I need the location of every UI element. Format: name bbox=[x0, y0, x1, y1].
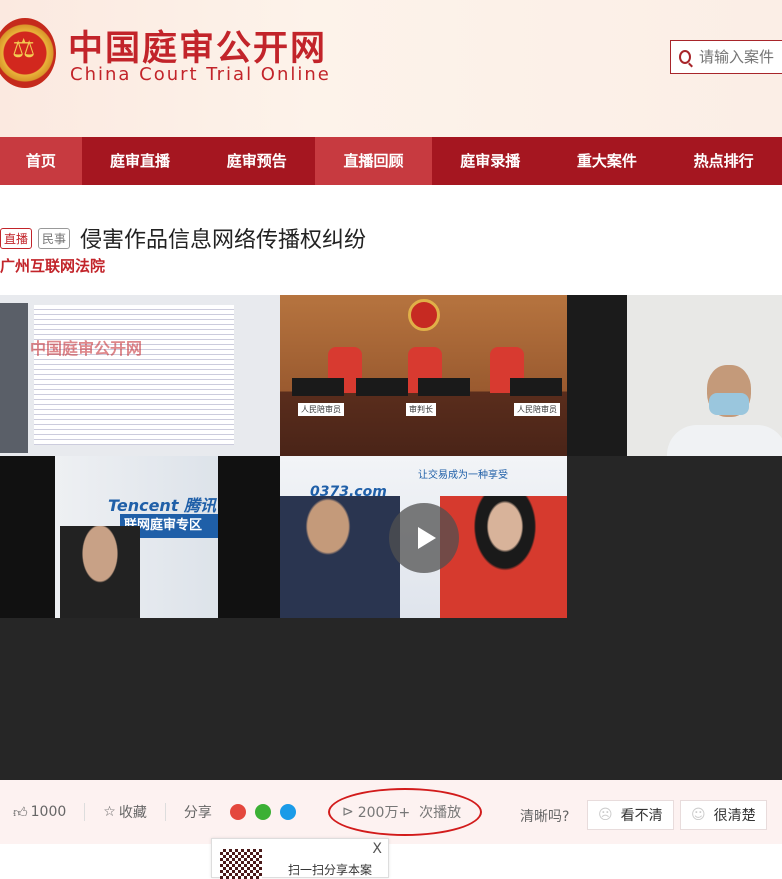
star-icon: ☆ bbox=[103, 804, 116, 820]
view-count: ⊳ 200万+ 次播放 bbox=[328, 788, 482, 836]
clear-button[interactable]: ☺ 很清楚 bbox=[680, 800, 767, 830]
logo-subtitle: China Court Trial Online bbox=[70, 64, 331, 85]
favorite-button[interactable]: ☆ 收藏 bbox=[103, 802, 147, 822]
smile-face-icon: ☺ bbox=[691, 807, 706, 823]
video-tile-participant bbox=[567, 295, 782, 456]
share-label: 分享 bbox=[183, 805, 212, 821]
site-header: ⚖ 中国庭审公开网 China Court Trial Online bbox=[0, 0, 782, 137]
search-box[interactable] bbox=[670, 40, 782, 74]
sad-face-icon: ☹ bbox=[598, 807, 613, 823]
nameplate: 人民陪审员 bbox=[514, 403, 560, 416]
unclear-button[interactable]: ☹ 看不清 bbox=[587, 800, 674, 830]
like-count: 1000 bbox=[30, 804, 67, 820]
national-emblem-icon bbox=[408, 299, 440, 331]
qr-code bbox=[220, 849, 262, 879]
search-icon[interactable] bbox=[679, 50, 691, 64]
nav-recorded[interactable]: 庭审录播 bbox=[432, 137, 549, 185]
nav-live[interactable]: 庭审直播 bbox=[82, 137, 199, 185]
main-nav: 首页 庭审直播 庭审预告 直播回顾 庭审录播 重大案件 热点排行 bbox=[0, 137, 782, 185]
banner-text: 让交易成为一种享受 bbox=[418, 470, 508, 481]
play-button[interactable] bbox=[389, 503, 459, 573]
court-emblem-icon: ⚖ bbox=[0, 18, 56, 88]
clarity-question: 清晰吗? bbox=[520, 809, 570, 825]
action-bar: 👍︎ 1000 ☆ 收藏 分享 ⊳ 200万+ 次播放 清晰吗? ☹ 看不清 ☺ 很清楚 bbox=[0, 780, 782, 844]
nav-home[interactable]: 首页 bbox=[0, 137, 82, 185]
view-number: 200万+ bbox=[357, 805, 411, 821]
nav-major-cases[interactable]: 重大案件 bbox=[549, 137, 666, 185]
weibo-icon[interactable] bbox=[229, 804, 246, 820]
search-input[interactable] bbox=[699, 48, 782, 66]
nameplate: 审判长 bbox=[406, 403, 436, 416]
like-button[interactable]: 👍︎ 1000 bbox=[13, 804, 66, 821]
video-player[interactable]: 中国庭审公开网 人民陪审员 审判长 人民陪审员 Tencent 腾讯 联网庭审专… bbox=[0, 295, 782, 780]
play-circle-icon: ⊳ bbox=[342, 804, 354, 820]
page-title: 侵害作品信息网络传播权纠纷 bbox=[80, 228, 367, 253]
nav-preview[interactable]: 庭审预告 bbox=[198, 137, 315, 185]
court-name[interactable]: 广州互联网法院 bbox=[0, 255, 105, 276]
video-tile-courtroom: 人民陪审员 审判长 人民陪审员 bbox=[280, 295, 567, 456]
view-suffix: 次播放 bbox=[419, 805, 462, 821]
qr-caption: 扫一扫分享本案 bbox=[288, 863, 373, 877]
video-tile-screen-share: 中国庭审公开网 bbox=[0, 295, 280, 456]
share-qr-popup: 扫一扫分享本案 X bbox=[211, 838, 389, 879]
tencent-logo: Tencent 腾讯 bbox=[108, 496, 217, 515]
nav-replay[interactable]: 直播回顾 bbox=[315, 137, 432, 185]
qq-icon[interactable] bbox=[279, 804, 296, 820]
case-type-badge: 民事 bbox=[38, 227, 71, 249]
wechat-icon[interactable] bbox=[254, 804, 271, 820]
nameplate: 人民陪审员 bbox=[298, 403, 344, 416]
video-tile-participant: Tencent 腾讯 联网庭审专区 bbox=[0, 456, 280, 618]
nav-hot-ranking[interactable]: 热点排行 bbox=[665, 137, 782, 185]
watermark: 中国庭审公开网 bbox=[30, 339, 143, 358]
thumbs-up-icon: 👍︎ bbox=[13, 804, 28, 821]
unclear-label: 看不清 bbox=[620, 808, 663, 824]
case-heading: 直播 民事 侵害作品信息网络传播权纠纷 bbox=[0, 222, 366, 254]
live-badge: 直播 bbox=[0, 227, 33, 249]
close-icon[interactable]: X bbox=[372, 841, 382, 857]
clear-label: 很清楚 bbox=[713, 808, 756, 824]
favorite-label: 收藏 bbox=[118, 805, 147, 821]
